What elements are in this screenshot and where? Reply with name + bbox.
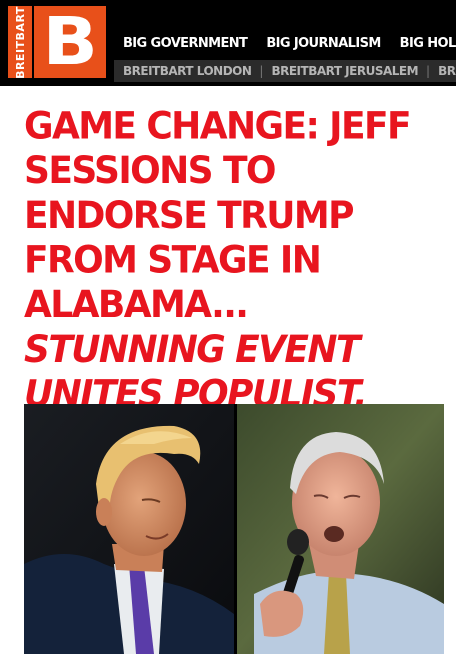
site-logo-letter: B [42,3,98,80]
nav-big-journalism[interactable]: BIG JOURNALISM [266,36,381,57]
article-photo-image [24,404,444,654]
headline-main-text: GAME CHANGE: JEFF SESSIONS TO ENDORSE TR… [24,105,412,327]
nav-breitbart-jerusalem[interactable]: BREITBART JERUSALEM [271,64,418,78]
secondary-nav: BREITBART LONDON | BREITBART JERUSALEM |… [123,63,456,79]
site-header: BREITBART B BIG GOVERNMENT BIG JOURNALIS… [0,0,456,86]
primary-nav: BIG GOVERNMENT BIG JOURNALISM BIG HOLLYW… [123,36,456,56]
site-logo-side[interactable]: BREITBART [8,6,32,78]
site-logo-side-text: BREITBART [13,5,27,79]
site-logo[interactable]: B [34,6,106,78]
nav-separator: | [426,64,431,78]
nav-separator: | [259,64,264,78]
article-photo[interactable] [24,404,444,654]
nav-breitbart-london[interactable]: BREITBART LONDON [123,64,252,78]
nav-big-government[interactable]: BIG GOVERNMENT [123,36,248,57]
nav-big-hollywood[interactable]: BIG HOLLYWOOD [400,36,456,57]
nav-breitbart-more[interactable]: BREITBART [438,64,456,78]
